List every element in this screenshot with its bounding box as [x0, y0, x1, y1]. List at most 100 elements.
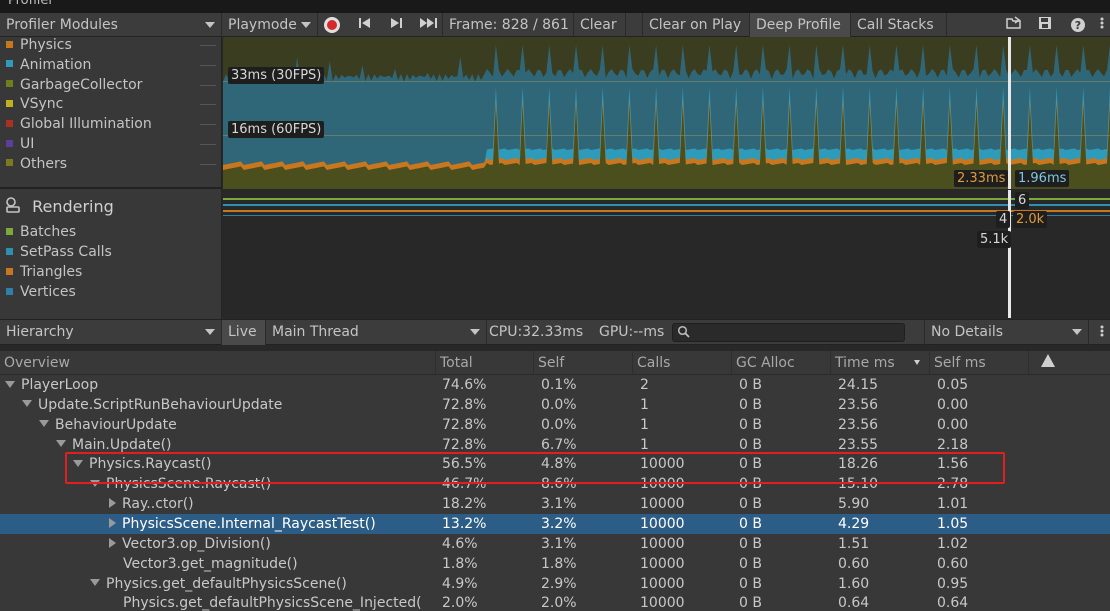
column-overview[interactable]: Overview: [0, 351, 435, 375]
cell-self: 0.0%: [541, 396, 577, 413]
cell-selfms: 0.60: [937, 555, 969, 572]
expand-toggle-icon[interactable]: [90, 479, 100, 487]
vertices-line: [223, 215, 1110, 216]
rendering-module-item[interactable]: Triangles: [6, 262, 82, 282]
legend-swatch: [6, 80, 13, 88]
row-name: PlayerLoop: [5, 375, 98, 395]
module-divider: [200, 144, 216, 145]
details-dropdown[interactable]: No Details: [924, 320, 1089, 345]
cell-self: 3.1%: [541, 535, 577, 552]
frame-counter: Frame: 828 / 861: [442, 13, 574, 37]
table-row[interactable]: Main.Update() 72.8% 6.7% 1 0 B 23.55 2.18: [0, 435, 1110, 455]
cpu-module-item[interactable]: VSync: [6, 94, 63, 114]
rendering-graph[interactable]: 6 4 2.0k 5.1k: [223, 190, 1110, 318]
cpu-module-item[interactable]: UI: [6, 134, 34, 154]
load-button[interactable]: [1002, 13, 1026, 37]
cell-self: 8.6%: [541, 476, 577, 493]
table-row[interactable]: BehaviourUpdate 72.8% 0.0% 1 0 B 23.56 0.00: [0, 415, 1110, 435]
collapse-toggle-icon[interactable]: [109, 537, 116, 548]
column-self-ms[interactable]: Self ms: [929, 351, 1028, 375]
function-name: Physics.get_defaultPhysicsScene_Injected…: [123, 595, 422, 611]
module-divider: [200, 84, 216, 86]
cell-time: 15.10: [838, 476, 879, 493]
first-frame-button[interactable]: [353, 13, 377, 37]
rendering-module-item[interactable]: SetPass Calls: [6, 242, 112, 262]
cpu-module-item[interactable]: GarbageCollector: [6, 75, 142, 95]
frame-cursor[interactable]: [1008, 37, 1011, 189]
cpu-module-item[interactable]: Physics: [6, 35, 72, 55]
rendering-module-item[interactable]: Batches: [6, 222, 76, 242]
table-row[interactable]: Physics.get_defaultPhysicsScene() 4.9% 2.9…: [0, 574, 1110, 594]
legend-swatch: [6, 159, 13, 167]
thread-dropdown[interactable]: Main Thread: [266, 320, 487, 345]
column-gc-alloc[interactable]: GC Alloc: [731, 351, 830, 375]
cell-total: 4.6%: [442, 535, 478, 552]
profiler-modules-dropdown[interactable]: Profiler Modules: [0, 13, 222, 37]
help-button[interactable]: ?: [1066, 13, 1090, 37]
cpu-usage-graph[interactable]: 33ms (30FPS) 16ms (60FPS) 2.33ms 1.96ms: [223, 37, 1110, 189]
table-row[interactable]: Vector3.get_magnitude() 1.8% 1.8% 10000 0 B 0…: [0, 554, 1110, 574]
module-separator: [0, 187, 222, 189]
expand-toggle-icon[interactable]: [5, 380, 15, 388]
call-stacks-button[interactable]: Call Stacks: [851, 13, 947, 37]
expand-toggle-icon[interactable]: [56, 440, 66, 448]
table-row[interactable]: Vector3.op_Division() 4.6% 3.1% 10000 0 B 1.5…: [0, 534, 1110, 554]
record-button[interactable]: [319, 13, 345, 37]
expand-toggle-icon[interactable]: [39, 420, 49, 428]
clear-button[interactable]: Clear: [574, 13, 626, 37]
skip-back-icon: [358, 17, 372, 33]
rendering-module-item[interactable]: Vertices: [6, 282, 76, 302]
fps60-line: [223, 135, 1110, 136]
table-row[interactable]: Physics.Raycast() 56.5% 4.8% 10000 0 B 18.26 1…: [0, 454, 1110, 474]
cell-self: 3.1%: [541, 496, 577, 513]
cpu-module-item[interactable]: Others: [6, 154, 67, 174]
search-input[interactable]: [672, 323, 905, 342]
next-frame-button[interactable]: [384, 13, 408, 37]
more-vertical-icon: [1100, 16, 1104, 34]
cell-total: 74.6%: [442, 377, 487, 393]
rendering-module-header[interactable]: Rendering: [5, 196, 114, 218]
cell-total: 18.2%: [442, 496, 487, 513]
cell-calls: 10000: [640, 515, 685, 532]
cpu-module-item[interactable]: Animation: [6, 55, 91, 75]
cpu-module-label: Physics: [20, 37, 72, 53]
warning-column[interactable]: [1028, 351, 1062, 375]
options-menu-button[interactable]: [1093, 13, 1110, 37]
table-row[interactable]: Update.ScriptRunBehaviourUpdate 72.8% 0.0%…: [0, 395, 1110, 415]
column-calls[interactable]: Calls: [632, 351, 731, 375]
frame-cursor-rendering[interactable]: [1008, 190, 1011, 318]
details-label: No Details: [931, 324, 1004, 340]
table-row[interactable]: Ray..ctor() 18.2% 3.1% 10000 0 B 5.90 1.01: [0, 494, 1110, 514]
clear-on-play-button[interactable]: Clear on Play: [642, 13, 750, 37]
function-name: Physics.Raycast(): [89, 456, 212, 473]
table-row[interactable]: PlayerLoop 74.6% 0.1% 2 0 B 24.15 0.05: [0, 375, 1110, 395]
column-total[interactable]: Total: [435, 351, 533, 375]
view-mode-dropdown[interactable]: Hierarchy: [0, 320, 222, 345]
cell-gc: 0 B: [739, 595, 762, 611]
table-row[interactable]: Physics.get_defaultPhysicsScene_Injected…: [0, 593, 1110, 611]
module-divider: [200, 104, 216, 106]
collapse-toggle-icon[interactable]: [109, 517, 116, 528]
hierarchy-options-button[interactable]: [1093, 320, 1110, 345]
expand-toggle-icon[interactable]: [90, 579, 100, 586]
deep-profile-button[interactable]: Deep Profile: [750, 13, 851, 37]
cell-gc: 0 B: [739, 515, 762, 532]
expand-toggle-icon[interactable]: [22, 400, 32, 408]
collapse-toggle-icon[interactable]: [109, 498, 116, 509]
cell-total: 1.8%: [442, 555, 478, 572]
hierarchy-table: PlayerLoop 74.6% 0.1% 2 0 B 24.15 0.05 Update.S…: [0, 375, 1110, 611]
search-icon: [677, 325, 691, 343]
current-frame-button[interactable]: [416, 13, 442, 37]
live-toggle[interactable]: Live: [222, 320, 266, 345]
save-button[interactable]: [1033, 13, 1057, 37]
expand-toggle-icon[interactable]: [73, 459, 83, 467]
table-row[interactable]: PhysicsScene.Internal_RaycastTest() 13.2%…: [0, 513, 1110, 534]
column-self[interactable]: Self: [533, 351, 632, 375]
triangles-value: 2.0k: [1013, 211, 1048, 228]
cpu-module-item[interactable]: Global Illumination: [6, 114, 152, 134]
more-vertical-icon: [1100, 324, 1104, 342]
table-row[interactable]: PhysicsScene.Raycast() 46.7% 8.6% 10000 0 B 1…: [0, 474, 1110, 494]
cell-time: 18.26: [838, 456, 879, 473]
playmode-dropdown[interactable]: Playmode: [222, 13, 318, 37]
cell-calls: 10000: [640, 555, 685, 572]
